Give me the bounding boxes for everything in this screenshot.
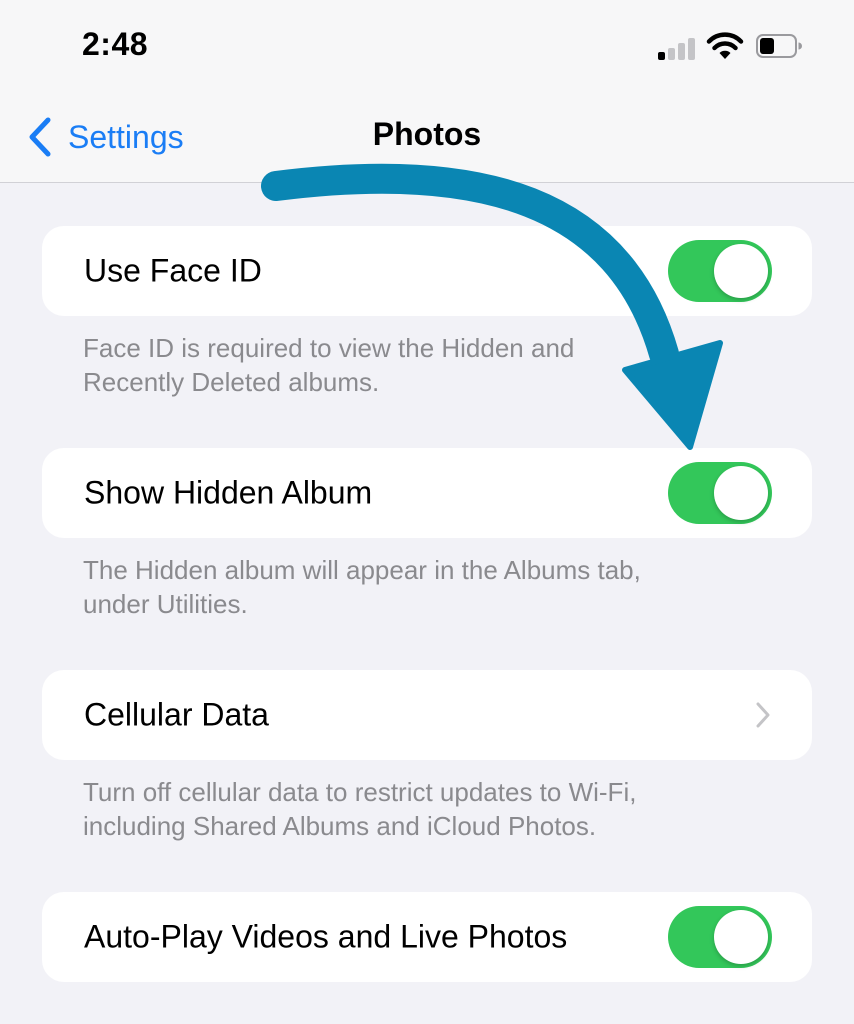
use-face-id-toggle[interactable]: [668, 240, 772, 302]
footnote-line: Face ID is required to view the Hidden a…: [83, 333, 575, 363]
show-hidden-album-toggle[interactable]: [668, 462, 772, 524]
toggle-knob: [714, 466, 768, 520]
face-id-footnote: Face ID is required to view the Hidden a…: [83, 331, 773, 399]
auto-play-label: Auto-Play Videos and Live Photos: [84, 918, 568, 955]
toggle-knob: [714, 244, 768, 298]
cellular-data-footnote: Turn off cellular data to restrict updat…: [83, 775, 773, 843]
auto-play-toggle[interactable]: [668, 906, 772, 968]
chevron-right-icon: [756, 702, 770, 728]
footnote-line: under Utilities.: [83, 589, 248, 619]
hidden-album-footnote: The Hidden album will appear in the Albu…: [83, 553, 773, 621]
top-bar: 2:48 Settings Photos: [0, 0, 854, 183]
footnote-line: The Hidden album will appear in the Albu…: [83, 555, 641, 585]
toggle-knob: [714, 910, 768, 964]
battery-icon: [756, 34, 802, 58]
footnote-line: Recently Deleted albums.: [83, 367, 380, 397]
cellular-data-label: Cellular Data: [84, 696, 269, 733]
wifi-icon: [706, 32, 744, 59]
footnote-line: Turn off cellular data to restrict updat…: [83, 777, 637, 807]
footnote-line: including Shared Albums and iCloud Photo…: [83, 811, 597, 841]
page-title: Photos: [372, 116, 482, 152]
status-time: 2:48: [82, 26, 149, 62]
cellular-data-row[interactable]: Cellular Data: [42, 670, 812, 760]
settings-group-face-id: Use Face ID: [42, 226, 812, 316]
cellular-signal-icon: [658, 38, 696, 60]
settings-group-autoplay: Auto-Play Videos and Live Photos: [42, 892, 812, 982]
show-hidden-album-label: Show Hidden Album: [84, 474, 373, 511]
settings-group-hidden-album: Show Hidden Album: [42, 448, 812, 538]
use-face-id-label: Use Face ID: [84, 252, 262, 289]
